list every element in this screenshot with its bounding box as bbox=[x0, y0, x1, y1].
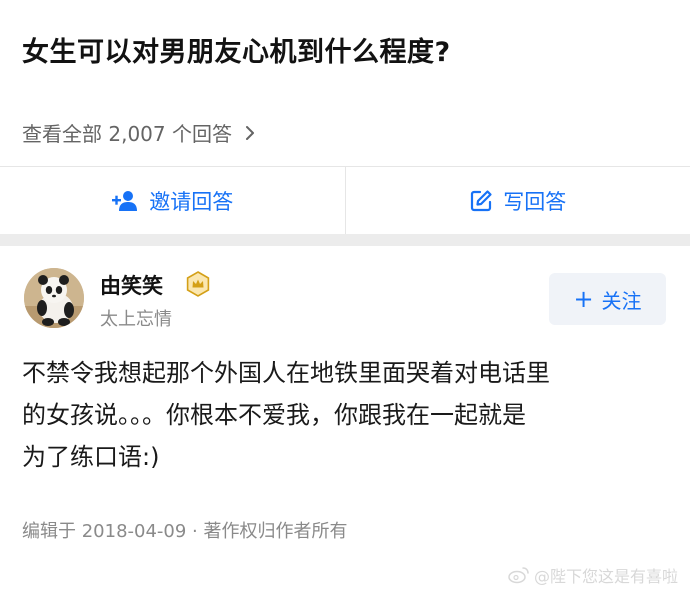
add-person-icon bbox=[112, 190, 138, 211]
weibo-icon bbox=[508, 567, 529, 584]
watermark: @陛下您这是有喜啦 bbox=[508, 563, 678, 587]
view-all-answers-label: 查看全部 2,007 个回答 bbox=[22, 122, 232, 146]
edit-icon bbox=[471, 189, 492, 211]
author-bio: 太上忘情 bbox=[100, 309, 172, 330]
question-title: 女生可以对男朋友心机到什么程度? bbox=[22, 37, 451, 68]
crown-badge-icon bbox=[186, 271, 210, 297]
write-answer-button[interactable]: 写回答 bbox=[346, 167, 690, 234]
plus-icon: + bbox=[573, 285, 594, 313]
invite-answer-button[interactable]: 邀请回答 bbox=[0, 167, 345, 234]
answer-action-bar: 邀请回答 写回答 bbox=[0, 167, 690, 234]
answer-content[interactable]: 不禁令我想起那个外国人在地铁里面哭着对电话里 的女孩说。。。你根本不爱我，你跟我… bbox=[22, 352, 672, 478]
answer-line: 为了练口语:) bbox=[22, 443, 160, 471]
section-separator bbox=[0, 234, 690, 246]
avatar[interactable] bbox=[24, 268, 84, 328]
chevron-right-icon bbox=[245, 125, 254, 140]
invite-answer-label: 邀请回答 bbox=[149, 189, 234, 214]
view-all-answers-link[interactable]: 查看全部 2,007 个回答 bbox=[22, 118, 258, 147]
answer-line: 不禁令我想起那个外国人在地铁里面哭着对电话里 bbox=[22, 359, 550, 387]
watermark-text: @陛下您这是有喜啦 bbox=[533, 567, 678, 586]
panda-avatar-image bbox=[24, 268, 84, 328]
follow-button[interactable]: + 关注 bbox=[549, 273, 666, 325]
answer-line: 的女孩说。。。你根本不爱我，你跟我在一起就是 bbox=[22, 401, 526, 429]
author-name[interactable]: 由笑笑 bbox=[100, 270, 163, 300]
write-answer-label: 写回答 bbox=[503, 189, 567, 214]
answer-meta: 编辑于 2018-04-09 · 著作权归作者所有 bbox=[22, 521, 348, 542]
follow-label: 关注 bbox=[601, 288, 642, 313]
